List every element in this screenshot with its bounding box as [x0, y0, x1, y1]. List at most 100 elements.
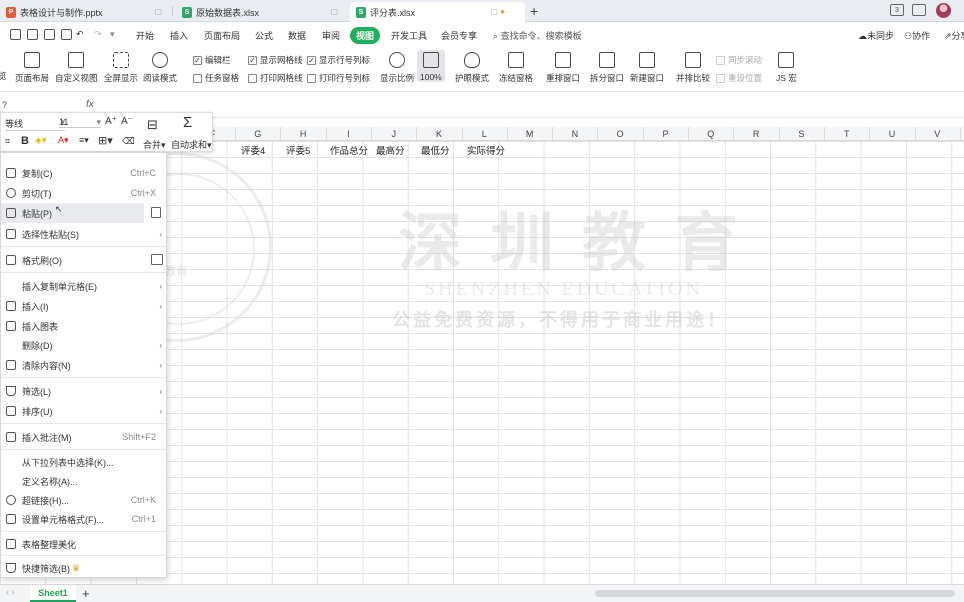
- column-header[interactable]: O: [598, 127, 644, 141]
- merge-button[interactable]: 合并▾: [143, 138, 166, 151]
- toggle-formula-bar[interactable]: ✓ 编辑栏: [193, 54, 231, 66]
- preview-icon[interactable]: [61, 29, 72, 40]
- sync-scroll-toggle[interactable]: 同步滚动: [716, 54, 762, 66]
- toggle-headings[interactable]: ✓ 显示行号列标: [307, 54, 370, 66]
- font-family-select[interactable]: 等线 ▾: [5, 117, 65, 131]
- sigma-icon[interactable]: Σ: [183, 114, 192, 131]
- side-by-side-button[interactable]: 并排比较: [676, 50, 710, 84]
- column-header[interactable]: H: [281, 127, 327, 141]
- zoom-button[interactable]: 显示比例: [380, 50, 414, 84]
- brush-options-icon[interactable]: [151, 254, 163, 265]
- export-icon[interactable]: [27, 29, 38, 40]
- bold-icon[interactable]: B: [21, 135, 29, 147]
- redo-icon[interactable]: ↷: [94, 29, 102, 40]
- menu-hyperlink[interactable]: 超链接(H)... Ctrl+K: [1, 490, 166, 510]
- js-macro-button[interactable]: JS 宏: [776, 50, 797, 84]
- decrease-font-icon[interactable]: A⁻: [121, 116, 133, 127]
- close-tab-icon[interactable]: ▢: [154, 7, 162, 16]
- new-tab-button[interactable]: +: [530, 3, 538, 19]
- arrange-windows-button[interactable]: 重排窗口: [546, 50, 580, 84]
- menu-member[interactable]: 会员专享: [441, 29, 477, 42]
- menu-developer[interactable]: 开发工具: [391, 29, 427, 42]
- column-header[interactable]: I: [326, 127, 372, 141]
- column-header[interactable]: P: [643, 127, 689, 141]
- menu-view[interactable]: 视图: [350, 27, 381, 44]
- column-header[interactable]: L: [462, 127, 508, 141]
- sheet-nav-icon[interactable]: ‹ ›: [6, 587, 15, 597]
- column-header[interactable]: U: [870, 127, 916, 141]
- column-header[interactable]: K: [417, 127, 463, 141]
- toggle-gridlines[interactable]: ✓ 显示网格线: [248, 54, 303, 66]
- menu-paste-special[interactable]: 选择性粘贴(S) ›: [1, 224, 166, 244]
- font-color-icon[interactable]: A▾: [58, 135, 69, 146]
- menu-copy[interactable]: 复制(C) Ctrl+C: [1, 163, 166, 183]
- menu-insert[interactable]: 插入(I) ›: [1, 296, 166, 316]
- eye-protection-button[interactable]: 护眼模式: [455, 50, 489, 84]
- tab-pptx[interactable]: P 表格设计与制作.pptx ▢: [0, 2, 170, 22]
- window-count-icon[interactable]: 3: [890, 4, 904, 16]
- merge-icon[interactable]: ⊟: [147, 117, 158, 133]
- print-icon[interactable]: [44, 29, 55, 40]
- menu-cut[interactable]: 剪切(T) Ctrl+X: [1, 183, 166, 203]
- split-window-button[interactable]: 拆分窗口: [590, 50, 624, 84]
- new-window-button[interactable]: 新建窗口: [630, 50, 664, 84]
- tab-raw-data[interactable]: S 原始数据表.xlsx ▢: [176, 2, 346, 22]
- column-header[interactable]: S: [779, 127, 825, 141]
- custom-view-button[interactable]: 自定义视图: [55, 50, 98, 84]
- menu-pick-from-list[interactable]: 从下拉列表中选择(K)...: [1, 452, 166, 472]
- menu-paste[interactable]: 粘贴(P) ↖: [1, 203, 144, 223]
- toggle-print-gridlines[interactable]: 打印网格线: [248, 72, 303, 84]
- autosum-button[interactable]: 自动求和▾: [171, 138, 212, 151]
- command-search[interactable]: ⌕ 查找命令、搜索模板: [493, 29, 582, 42]
- freeze-panes-button[interactable]: 冻结窗格: [499, 50, 533, 84]
- cell-header[interactable]: 实际得分: [467, 143, 505, 157]
- column-header[interactable]: G: [235, 127, 282, 141]
- menu-insert[interactable]: 插入: [170, 29, 188, 42]
- menu-data[interactable]: 数据: [288, 29, 306, 42]
- toggle-print-headings[interactable]: 打印行号列标: [307, 72, 370, 84]
- fx-icon[interactable]: fx: [86, 99, 94, 110]
- menu-page-layout[interactable]: 页面布局: [204, 29, 240, 42]
- add-sheet-button[interactable]: +: [82, 586, 90, 601]
- menu-format-cells[interactable]: 设置单元格格式(F)... Ctrl+1: [1, 509, 166, 529]
- paste-options-icon[interactable]: [151, 207, 161, 218]
- collaborate-button[interactable]: ⚇协作: [904, 29, 930, 42]
- cell-header[interactable]: 评委5: [286, 143, 310, 157]
- sheet-tab-sheet1[interactable]: Sheet1: [30, 585, 76, 602]
- reading-mode-button[interactable]: 阅读模式: [143, 50, 177, 84]
- format-brush-icon[interactable]: ⌗: [5, 136, 10, 147]
- font-size-select[interactable]: 11 ▾: [59, 117, 101, 128]
- increase-font-icon[interactable]: A⁺: [105, 116, 117, 127]
- page-layout-view-button[interactable]: 页面布局: [15, 50, 49, 84]
- column-header[interactable]: J: [371, 127, 418, 141]
- grid-view-icon[interactable]: [912, 4, 926, 16]
- column-header[interactable]: Q: [688, 127, 735, 141]
- menu-insert-copied-cells[interactable]: 插入复制单元格(E) ›: [1, 276, 166, 296]
- border-icon[interactable]: ⊞▾: [98, 134, 113, 147]
- menu-insert-chart[interactable]: 插入图表: [1, 316, 166, 336]
- fill-color-icon[interactable]: ◈▾: [35, 135, 46, 146]
- reset-position-toggle[interactable]: 重设位置: [716, 72, 762, 84]
- cell-header[interactable]: 评委4: [241, 143, 265, 157]
- tab-score-sheet[interactable]: S 评分表.xlsx ▢ ●: [350, 2, 525, 22]
- save-icon[interactable]: [10, 29, 21, 40]
- sync-status[interactable]: ☁未同步: [858, 29, 894, 42]
- menu-filter[interactable]: 筛选(L) ›: [1, 381, 166, 401]
- menu-clear-contents[interactable]: 清除内容(N) ›: [1, 355, 166, 375]
- align-icon[interactable]: ≡▾: [79, 135, 89, 146]
- menu-delete[interactable]: 删除(D) ›: [1, 335, 166, 355]
- column-header[interactable]: V: [915, 127, 961, 141]
- toggle-task-pane[interactable]: 任务窗格: [193, 72, 239, 84]
- cell-header[interactable]: 最高分: [376, 143, 405, 157]
- menu-start[interactable]: 开始: [136, 29, 154, 42]
- menu-format-painter[interactable]: 格式刷(O): [1, 250, 166, 270]
- menu-review[interactable]: 审阅: [322, 29, 340, 42]
- undo-icon[interactable]: ↶: [76, 29, 84, 40]
- close-tab-icon[interactable]: ▢: [330, 7, 338, 16]
- column-header[interactable]: N: [552, 127, 599, 141]
- menu-formula[interactable]: 公式: [255, 29, 273, 42]
- cell-header[interactable]: 最低分: [421, 143, 450, 157]
- menu-define-name[interactable]: 定义名称(A)...: [1, 471, 166, 491]
- clear-format-icon[interactable]: ⌫: [122, 136, 135, 147]
- horizontal-scrollbar[interactable]: [595, 590, 955, 597]
